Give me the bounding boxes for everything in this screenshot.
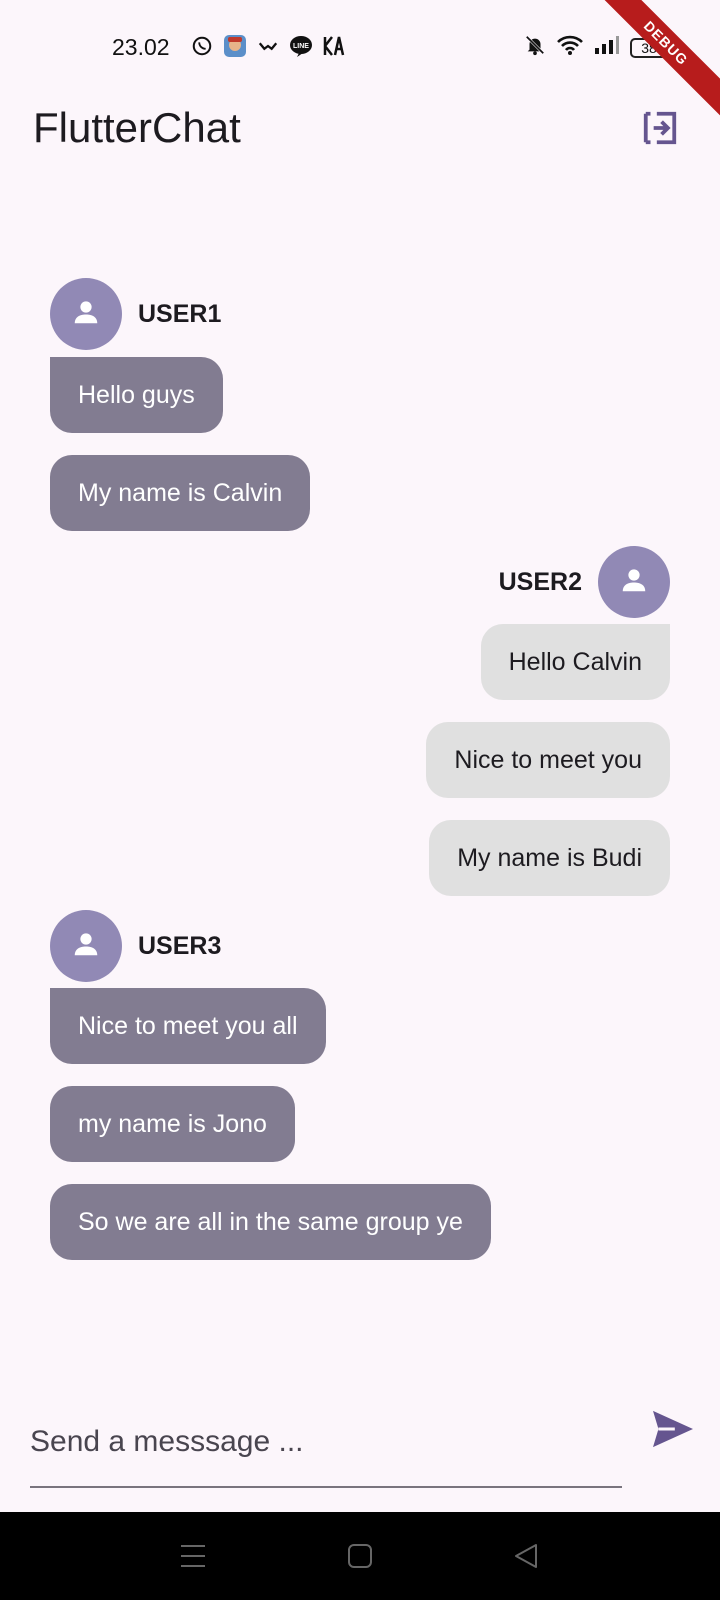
sender-header-user2: USER2	[499, 546, 670, 618]
message-bubble[interactable]: My name is Calvin	[50, 455, 311, 531]
message-bubble[interactable]: Hello Calvin	[480, 624, 670, 700]
logout-button[interactable]	[638, 108, 682, 152]
menu-icon	[179, 1543, 207, 1574]
message-bubble[interactable]: my name is Jono	[50, 1086, 295, 1162]
sender-name: USER1	[138, 299, 222, 328]
person-icon	[71, 297, 101, 332]
send-button[interactable]	[648, 1406, 698, 1456]
signal-icon	[594, 34, 620, 61]
recents-button[interactable]	[175, 1540, 211, 1576]
logout-icon	[641, 109, 679, 152]
sender-header-user1: USER1	[50, 278, 221, 350]
sender-header-user3: USER3	[50, 910, 221, 982]
app-title: FlutterChat	[33, 104, 241, 151]
status-bar: 23.02 LINE 38 DEBUG	[0, 0, 720, 123]
avatar	[50, 910, 122, 982]
chat-bubble-icon	[256, 34, 280, 58]
game-avatar-icon	[223, 34, 247, 58]
notification-icons: LINE	[190, 34, 346, 58]
wifi-icon	[556, 34, 584, 61]
debug-banner: DEBUG	[586, 0, 720, 123]
message-bubble[interactable]: So we are all in the same group ye	[50, 1184, 491, 1260]
line-icon: LINE	[289, 34, 313, 58]
message-bubble[interactable]: My name is Budi	[429, 820, 670, 896]
sender-name: USER3	[138, 931, 222, 960]
message-bubble[interactable]: Nice to meet you all	[50, 988, 326, 1064]
message-bubble[interactable]: Hello guys	[50, 357, 223, 433]
bell-muted-icon	[524, 34, 546, 61]
send-icon	[650, 1409, 696, 1454]
person-icon	[71, 929, 101, 964]
avatar	[598, 546, 670, 618]
message-bubble[interactable]: Nice to meet you	[426, 722, 670, 798]
system-nav-bar	[0, 1512, 720, 1600]
svg-text:LINE: LINE	[293, 43, 309, 50]
back-triangle-icon	[512, 1542, 540, 1575]
kai-icon	[322, 34, 346, 58]
square-icon	[346, 1542, 374, 1575]
home-button[interactable]	[342, 1540, 378, 1576]
person-icon	[619, 565, 649, 600]
whatsapp-icon	[190, 34, 214, 58]
sender-name: USER2	[498, 567, 582, 596]
back-button[interactable]	[508, 1540, 544, 1576]
message-input[interactable]	[30, 1398, 622, 1488]
status-time: 23.02	[112, 34, 170, 60]
avatar	[50, 278, 122, 350]
